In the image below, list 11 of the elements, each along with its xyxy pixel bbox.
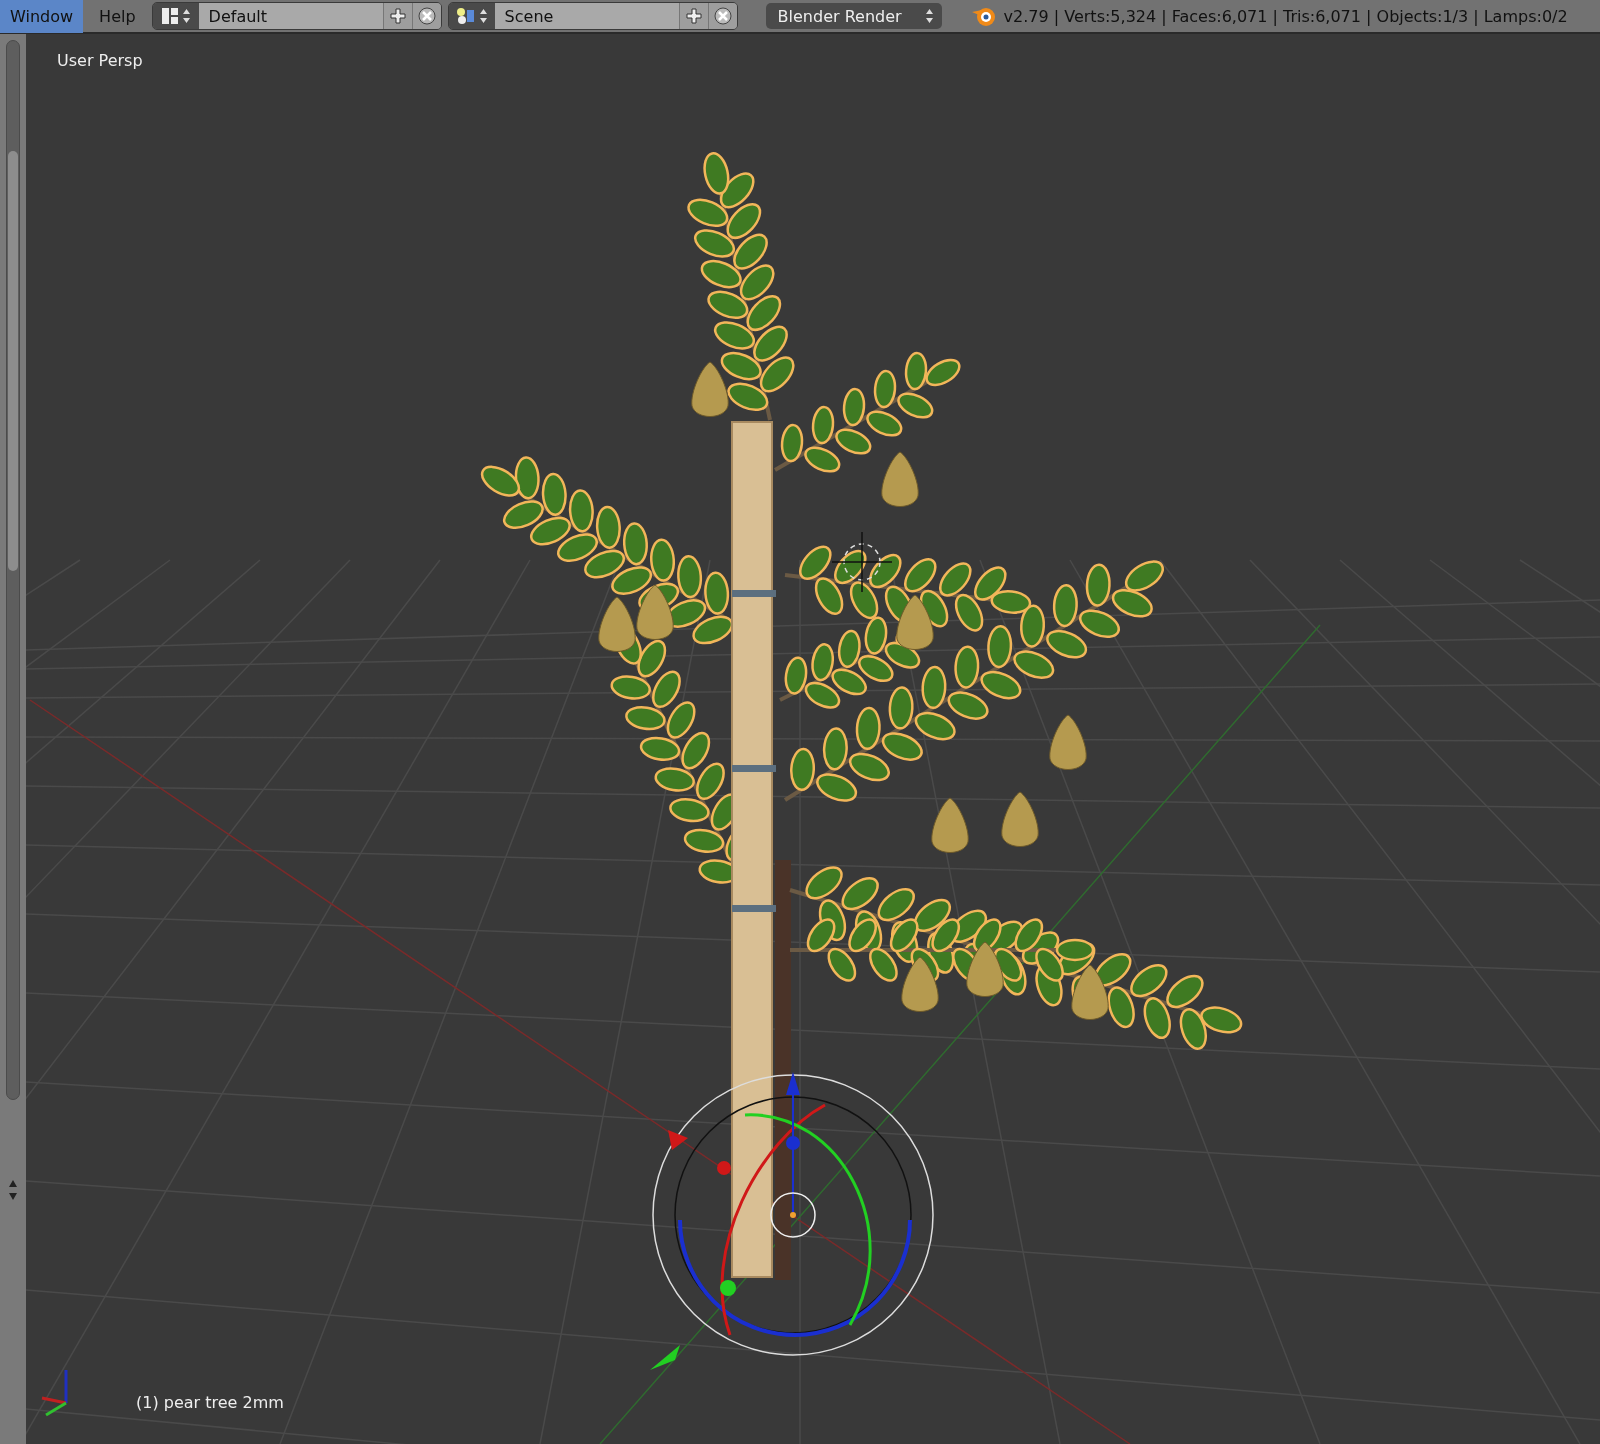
menu-item[interactable]: Help <box>89 0 146 33</box>
up-down-arrows-icon <box>924 8 934 24</box>
render-engine-dropdown[interactable]: Blender Render <box>765 3 942 29</box>
cursor-crosshair-icon <box>831 531 893 593</box>
scene-statistics: v2.79 | Verts:5,324 | Faces:6,071 | Tris:6,071 | Objects:1/3 | Lamps:0/2 <box>1003 6 1568 26</box>
axis-orientation-icon <box>41 1370 68 1417</box>
scrollbar[interactable] <box>6 40 20 1100</box>
active-object-label: (1) pear tree 2mm <box>136 1393 284 1412</box>
up-down-arrows-icon[interactable] <box>8 1178 18 1202</box>
menu-item[interactable]: Window <box>0 0 84 33</box>
view-name-label: User Persp <box>57 51 143 70</box>
